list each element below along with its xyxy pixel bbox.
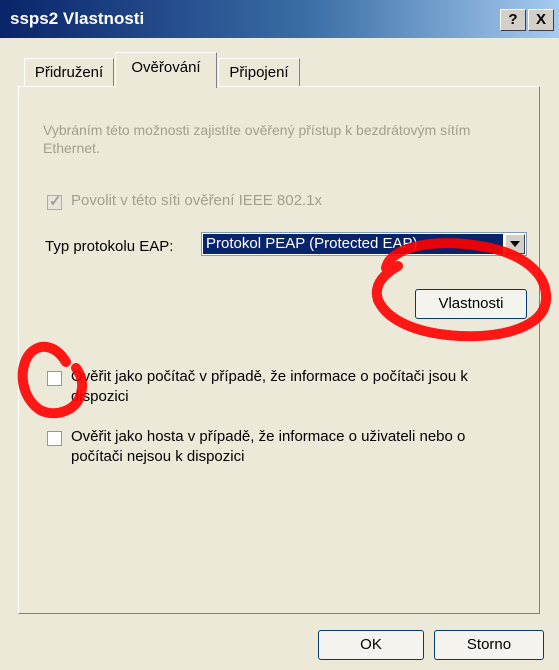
tab-connection[interactable]: Připojení — [218, 58, 300, 88]
tab-association[interactable]: Přidružení — [24, 58, 114, 88]
title-bar[interactable]: ssps2 Vlastnosti ? X — [0, 0, 559, 38]
properties-button[interactable]: Vlastnosti — [415, 289, 527, 319]
eap-selected-value: Protokol PEAP (Protected EAP) — [203, 234, 503, 254]
eap-type-label: Typ protokolu EAP: — [45, 238, 174, 255]
authentication-panel: Vybráním této možnosti zajistíte ověřený… — [18, 86, 540, 614]
auth-as-guest-label-line2: počítači nejsou k dispozici — [71, 448, 245, 465]
auth-as-guest-label-line1: Ověřit jako hosta v případě, že informac… — [71, 428, 466, 445]
description-text: Vybráním této možnosti zajistíte ověřený… — [43, 122, 471, 156]
auth-as-computer-label-line2: dispozici — [71, 388, 129, 405]
eap-type-select[interactable]: Protokol PEAP (Protected EAP) — [201, 232, 527, 256]
cancel-button[interactable]: Storno — [434, 630, 544, 660]
enable-8021x-checkbox[interactable]: ✓ — [47, 193, 62, 210]
properties-dialog: ssps2 Vlastnosti ? X Přidružení Ověřován… — [0, 0, 559, 670]
tab-authentication[interactable]: Ověřování — [115, 52, 217, 88]
dropdown-arrow-icon[interactable] — [505, 234, 525, 254]
auth-as-computer-label-line1: Ověřit jako počítač v případě, že inform… — [71, 368, 468, 385]
window-title: ssps2 Vlastnosti — [10, 9, 145, 28]
ok-button[interactable]: OK — [318, 630, 424, 660]
auth-as-guest-checkbox[interactable] — [47, 431, 62, 446]
auth-as-computer-checkbox[interactable] — [47, 371, 62, 386]
enable-8021x-label: Povolit v této síti ověření IEEE 802.1x — [71, 192, 322, 209]
checkmark-icon: ✓ — [49, 193, 62, 210]
close-button[interactable]: X — [528, 9, 554, 31]
help-button[interactable]: ? — [500, 9, 526, 31]
